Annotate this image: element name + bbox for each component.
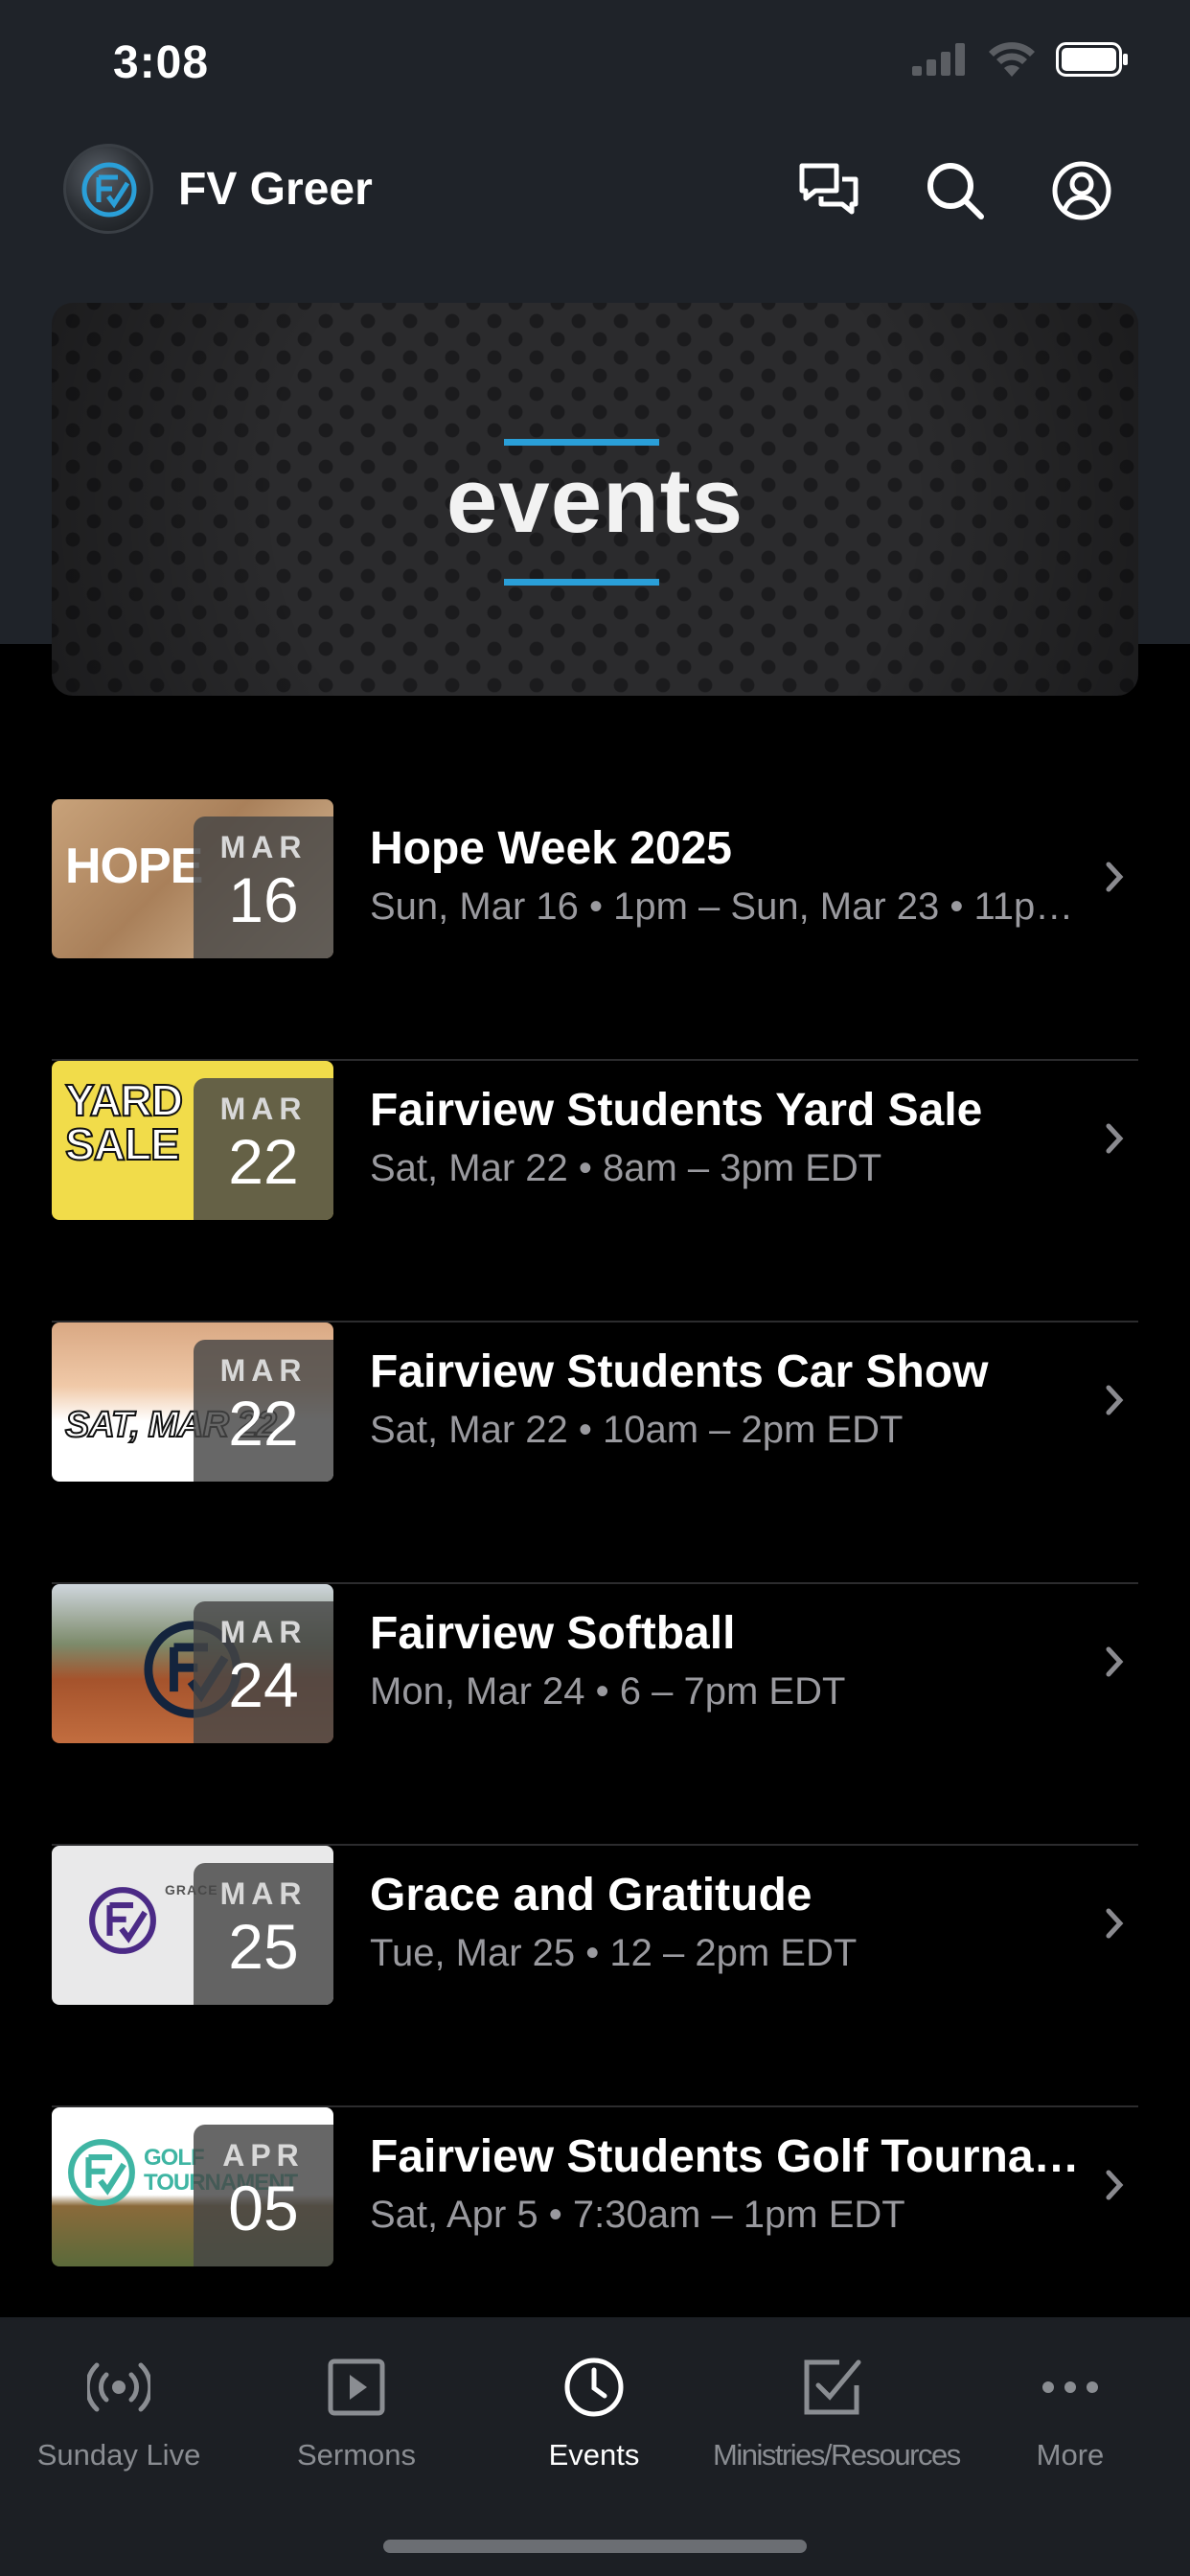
tab-label: More [1036,2438,1105,2472]
status-bar: 3:08 [0,0,1190,125]
event-row[interactable]: HOPE MAR 16 Hope Week 2025 Sun, Mar 16 •… [52,799,1138,1061]
event-thumbnail: HOPE MAR 16 [52,799,333,958]
badge-day: 22 [228,1388,299,1459]
event-row[interactable]: SAT, MAR 22 MAR 22 Fairview Students Car… [52,1322,1138,1584]
events-list: HOPE MAR 16 Hope Week 2025 Sun, Mar 16 •… [52,799,1138,2369]
event-title: Grace and Gratitude [370,1870,812,1920]
chevron-right-icon [1106,1908,1124,1939]
wifi-icon [989,42,1035,77]
chevron-right-icon [1106,1646,1124,1677]
tab-label: Ministries/Resources [713,2438,961,2472]
event-title: Fairview Students Yard Sale [370,1085,983,1136]
tab-sermons[interactable]: Sermons [238,2350,475,2472]
tab-sunday-live[interactable]: Sunday Live [0,2350,238,2472]
app-title: FV Greer [178,164,373,215]
clock-icon [564,2358,624,2417]
tab-label: Events [548,2438,640,2472]
badge-day: 16 [228,864,299,935]
event-thumbnail: SAT, MAR 22 MAR 22 [52,1322,333,1482]
battery-icon [1056,42,1128,77]
church-logo[interactable] [63,144,153,234]
chevron-right-icon [1106,1123,1124,1154]
badge-day: 25 [228,1911,299,1982]
event-row[interactable]: GRACE MAR 25 Grace and Gratitude Tue, Ma… [52,1846,1138,2107]
tab-events[interactable]: Events [475,2350,713,2472]
checkbox-icon [804,2359,861,2415]
banner-accent-line-top [504,439,659,446]
tab-more[interactable]: More [950,2350,1190,2472]
event-title: Fairview Students Car Show [370,1346,989,1397]
chevron-right-icon [1106,2170,1124,2200]
date-badge: MAR 22 [194,1340,333,1482]
event-title: Fairview Students Golf Tournament [370,2131,1098,2182]
date-badge: MAR 24 [194,1601,333,1743]
badge-month: MAR [219,1615,308,1649]
event-time: Mon, Mar 24 • 6 – 7pm EDT [370,1670,846,1713]
cellular-signal-icon [912,43,965,76]
badge-day: 05 [228,2173,299,2243]
profile-button[interactable] [1048,157,1115,224]
tab-label: Sermons [296,2438,417,2472]
event-time: Sat, Mar 22 • 10am – 2pm EDT [370,1409,904,1451]
broadcast-icon [87,2362,150,2412]
event-thumbnail: GRACE MAR 25 [52,1846,333,2005]
event-time: Tue, Mar 25 • 12 – 2pm EDT [370,1932,858,1974]
date-badge: MAR 25 [194,1863,333,2005]
more-icon [1042,2381,1098,2393]
badge-day: 22 [228,1126,299,1197]
event-time: Sat, Apr 5 • 7:30am – 1pm EDT [370,2194,905,2236]
fv-logo-icon [89,1887,156,1954]
banner-title: events [446,449,744,552]
event-thumbnail: GOLF TOURNAMENT APR 05 [52,2107,333,2266]
badge-month: APR [222,2138,305,2173]
badge-month: MAR [219,1876,308,1911]
date-badge: APR 05 [194,2125,333,2266]
event-row[interactable]: MAR 24 Fairview Softball Mon, Mar 24 • 6… [52,1584,1138,1846]
events-banner: events [52,303,1138,696]
badge-month: MAR [219,830,308,864]
tab-label: Sunday Live [36,2438,201,2472]
badge-month: MAR [219,1353,308,1388]
event-row[interactable]: YARD SALE MAR 22 Fairview Students Yard … [52,1061,1138,1322]
tab-ministries-resources[interactable]: Ministries/Resources [713,2350,961,2472]
chevron-right-icon [1106,1385,1124,1415]
event-title: Fairview Softball [370,1608,736,1659]
event-thumbnail: MAR 24 [52,1584,333,1743]
search-button[interactable] [922,157,989,224]
fv-logo-icon [68,2139,135,2206]
messages-button[interactable] [795,157,862,224]
app-bar: FV Greer [0,142,1190,238]
event-title: Hope Week 2025 [370,823,732,874]
play-icon [328,2358,385,2416]
search-icon [927,163,984,219]
status-time: 3:08 [113,37,210,88]
user-circle-icon [1052,161,1111,220]
date-badge: MAR 16 [194,816,333,958]
chevron-right-icon [1106,862,1124,892]
badge-day: 24 [228,1649,299,1720]
chat-bubbles-icon [799,163,858,215]
date-badge: MAR 22 [194,1078,333,1220]
status-icons [912,42,1129,77]
tab-bar: Sunday Live Sermons Events Ministries/Re… [0,2317,1190,2576]
home-indicator [383,2540,807,2553]
app-actions [795,157,1115,224]
event-time: Sun, Mar 16 • 1pm – Sun, Mar 23 • 11pm E… [370,886,1087,928]
fv-logo-icon [81,162,137,218]
badge-month: MAR [219,1092,308,1126]
event-time: Sat, Mar 22 • 8am – 3pm EDT [370,1147,882,1189]
event-thumbnail: YARD SALE MAR 22 [52,1061,333,1220]
thumbnail-text: HOPE [65,839,203,894]
banner-accent-line-bottom [504,579,659,586]
